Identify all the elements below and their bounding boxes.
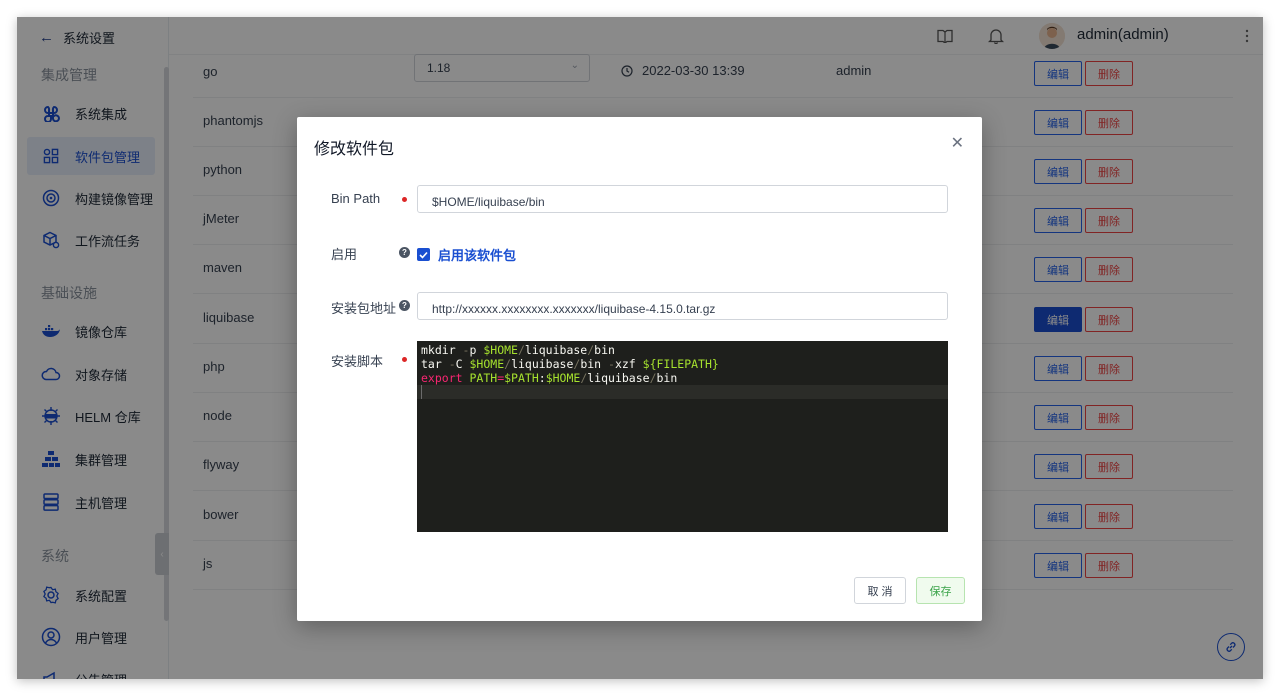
script-line-2: tar -C $HOME/liquibase/bin -xzf ${FILEPA… (421, 357, 719, 371)
active-line-highlight (417, 385, 948, 399)
bin-path-input[interactable] (417, 185, 948, 213)
dialog-title: 修改软件包 (314, 141, 395, 158)
bin-path-label: Bin Path (331, 191, 381, 206)
script-line-1: mkdir -p $HOME/liquibase/bin (421, 343, 615, 357)
close-icon[interactable]: ✕ (951, 133, 964, 153)
package-url-input[interactable] (417, 292, 948, 320)
edit-package-dialog: 修改软件包 ✕ Bin Path 启用 ? 启用该软件包 安装包地址 ? 安装脚… (297, 117, 982, 621)
required-indicator (402, 357, 407, 362)
enable-label: 启用 (331, 247, 358, 262)
app-window: ← 系统设置 集成管理 系统集成 软件包管理 构建镜像管理 工作流任务 基础设施… (17, 17, 1263, 679)
text-cursor (421, 385, 422, 399)
help-icon[interactable]: ? (399, 300, 410, 311)
checkbox-checked-icon (417, 248, 430, 261)
enable-checkbox[interactable]: 启用该软件包 (417, 245, 516, 264)
install-script-label: 安装脚本 (331, 354, 384, 369)
cancel-button[interactable]: 取 消 (854, 577, 906, 604)
save-button[interactable]: 保存 (916, 577, 965, 604)
package-url-label: 安装包地址 (331, 301, 397, 316)
enable-checkbox-label: 启用该软件包 (438, 248, 517, 263)
script-line-3: export PATH=$PATH:$HOME/liquibase/bin (421, 371, 678, 385)
help-icon[interactable]: ? (399, 247, 410, 258)
required-indicator (402, 197, 407, 202)
install-script-editor[interactable]: mkdir -p $HOME/liquibase/bin tar -C $HOM… (417, 341, 948, 532)
